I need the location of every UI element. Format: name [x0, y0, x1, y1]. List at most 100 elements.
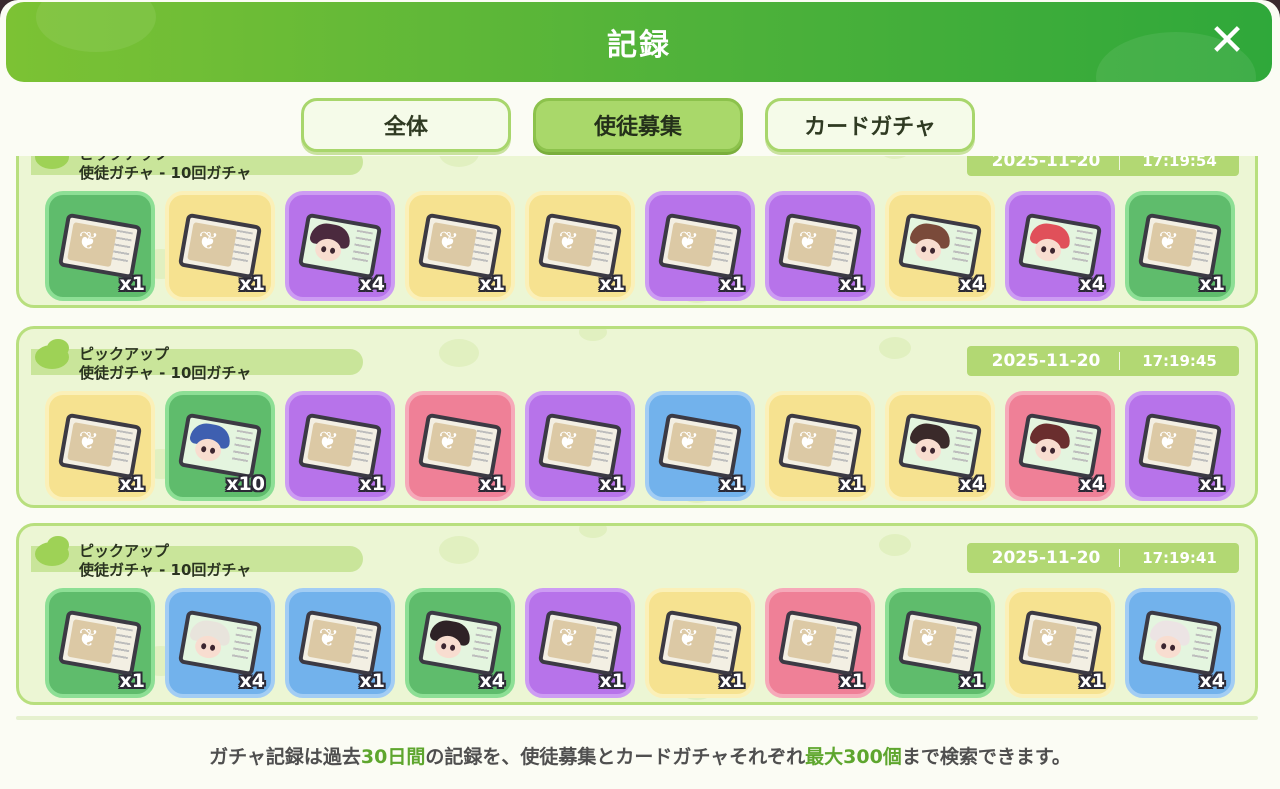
item-quantity: x4 — [959, 473, 985, 495]
character-portrait — [1026, 420, 1073, 467]
record-date: 2025-11-20 — [991, 548, 1101, 568]
card-text-lines — [1071, 229, 1093, 266]
reward-item[interactable]: ❦ x1 — [645, 191, 755, 301]
background-bubble — [439, 536, 479, 564]
reward-item[interactable]: ❦ x1 — [765, 191, 875, 301]
item-quantity: x10 — [226, 473, 265, 495]
character-card-icon — [1137, 609, 1223, 677]
item-quantity: x4 — [959, 273, 985, 295]
sprout-card-icon: ❦ — [657, 212, 743, 280]
card-text-lines — [1191, 626, 1213, 663]
card-text-lines — [231, 626, 253, 663]
sprout-card-icon: ❦ — [417, 212, 503, 280]
reward-item[interactable]: x4 — [1005, 191, 1115, 301]
character-portrait — [306, 220, 353, 267]
reward-item[interactable]: ❦ x1 — [1125, 391, 1235, 501]
record-pickup-label: ピックアップ — [79, 345, 170, 363]
item-quantity: x1 — [839, 670, 865, 692]
footer-text: ガチャ記録は過去 — [209, 745, 361, 768]
item-quantity: x1 — [599, 273, 625, 295]
footer-text: まで検索できます。 — [901, 745, 1071, 768]
character-card-icon — [177, 412, 263, 480]
reward-item[interactable]: x10 — [165, 391, 275, 501]
reward-item[interactable]: ❦ x1 — [285, 588, 395, 698]
reward-item[interactable]: ❦ x1 — [405, 391, 515, 501]
reward-item[interactable]: x4 — [165, 588, 275, 698]
reward-item[interactable]: ❦ x1 — [525, 588, 635, 698]
reward-item[interactable]: ❦ x1 — [885, 588, 995, 698]
character-card-icon — [897, 412, 983, 480]
tab-bar: 全体 使徒募集 カードガチャ — [0, 98, 1280, 154]
reward-item[interactable]: ❦ x1 — [1125, 191, 1235, 301]
reward-item[interactable]: x4 — [885, 391, 995, 501]
record-time: 17:19:41 — [1142, 549, 1217, 567]
reward-item[interactable]: x4 — [1125, 588, 1235, 698]
reward-item[interactable]: ❦ x1 — [285, 391, 395, 501]
reward-item[interactable]: ❦ x1 — [525, 191, 635, 301]
reward-item[interactable]: x4 — [1005, 391, 1115, 501]
record-timestamp: 2025-11-20 17:19:45 — [967, 346, 1239, 376]
sprout-card-icon: ❦ — [57, 412, 143, 480]
item-quantity: x4 — [1079, 273, 1105, 295]
gacha-history-dialog: 記録 ✕ 全体 使徒募集 カードガチャ ピックアップ使徒ガチャ - 10回ガチャ… — [0, 0, 1280, 789]
character-portrait — [906, 420, 953, 467]
item-quantity: x1 — [359, 473, 385, 495]
sprout-card-icon: ❦ — [537, 412, 623, 480]
background-bubble — [879, 534, 911, 556]
reward-item[interactable]: ❦ x1 — [45, 588, 155, 698]
tab-card-gacha[interactable]: カードガチャ — [765, 98, 975, 152]
background-bubble — [439, 339, 479, 367]
reward-item[interactable]: ❦ x1 — [645, 588, 755, 698]
reward-item[interactable]: x4 — [405, 588, 515, 698]
footer-highlight-max: 最大300個 — [805, 745, 902, 768]
reward-item[interactable]: ❦ x1 — [765, 391, 875, 501]
character-portrait — [1146, 617, 1193, 664]
sprout-card-icon: ❦ — [537, 609, 623, 677]
item-quantity: x1 — [1079, 670, 1105, 692]
item-quantity: x1 — [239, 273, 265, 295]
item-quantity: x1 — [119, 670, 145, 692]
reward-item[interactable]: ❦ x1 — [765, 588, 875, 698]
reward-item[interactable]: ❦ x1 — [45, 191, 155, 301]
reward-item[interactable]: ❦ x1 — [645, 391, 755, 501]
record-timestamp: 2025-11-20 17:19:41 — [967, 543, 1239, 573]
dialog-title: 記録 — [607, 28, 671, 63]
header-decoration — [36, 2, 156, 52]
reward-item[interactable]: x4 — [285, 191, 395, 301]
reward-item[interactable]: ❦ x1 — [525, 391, 635, 501]
sprout-card-icon: ❦ — [57, 212, 143, 280]
character-card-icon — [897, 212, 983, 280]
sprout-card-icon: ❦ — [537, 212, 623, 280]
item-quantity: x1 — [719, 670, 745, 692]
record-list[interactable]: ピックアップ使徒ガチャ - 10回ガチャ 2025-11-20 17:19:54… — [0, 156, 1280, 716]
character-card-icon — [417, 609, 503, 677]
tab-all[interactable]: 全体 — [301, 98, 511, 152]
item-quantity: x1 — [839, 273, 865, 295]
item-quantity: x4 — [359, 273, 385, 295]
sprout-card-icon: ❦ — [1137, 412, 1223, 480]
item-quantity: x1 — [1199, 473, 1225, 495]
leaf-icon — [47, 536, 69, 554]
tab-disciple-recruit[interactable]: 使徒募集 — [533, 98, 743, 152]
sprout-card-icon: ❦ — [1137, 212, 1223, 280]
reward-item[interactable]: ❦ x1 — [1005, 588, 1115, 698]
item-quantity: x1 — [1199, 273, 1225, 295]
item-quantity: x1 — [359, 670, 385, 692]
reward-item[interactable]: ❦ x1 — [405, 191, 515, 301]
record-pickup-label: ピックアップ — [79, 542, 170, 560]
character-portrait — [906, 220, 953, 267]
reward-item[interactable]: ❦ x1 — [165, 191, 275, 301]
item-quantity: x1 — [959, 670, 985, 692]
sprout-card-icon: ❦ — [657, 412, 743, 480]
reward-item[interactable]: ❦ x1 — [45, 391, 155, 501]
character-portrait — [186, 617, 233, 664]
item-quantity: x1 — [599, 473, 625, 495]
reward-item[interactable]: x4 — [885, 191, 995, 301]
item-quantity: x4 — [239, 670, 265, 692]
close-icon[interactable]: ✕ — [1206, 19, 1248, 63]
record-time: 17:19:45 — [1142, 352, 1217, 370]
gacha-record: ピックアップ 使徒ガチャ - 10回ガチャ 2025-11-20 17:19:41… — [16, 523, 1258, 705]
character-card-icon — [1017, 412, 1103, 480]
sprout-card-icon: ❦ — [177, 212, 263, 280]
character-portrait — [1026, 220, 1073, 267]
